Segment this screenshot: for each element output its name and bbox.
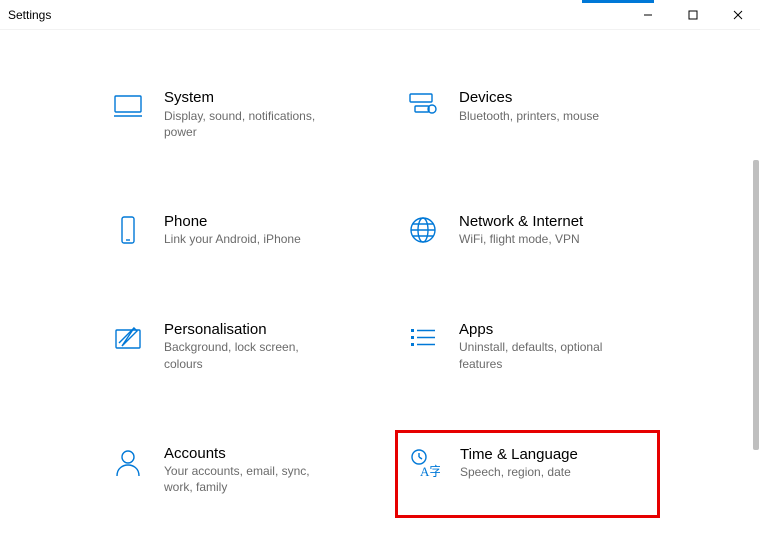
category-subtitle: Background, lock screen, colours xyxy=(164,339,334,371)
category-subtitle: WiFi, flight mode, VPN xyxy=(459,231,583,247)
accent-strip xyxy=(582,0,654,3)
maximize-button[interactable] xyxy=(670,0,715,30)
category-devices[interactable]: Devices Bluetooth, printers, mouse xyxy=(395,80,660,148)
category-subtitle: Speech, region, date xyxy=(460,464,578,480)
minimize-button[interactable] xyxy=(625,0,670,30)
category-title: Time & Language xyxy=(460,445,578,465)
category-network[interactable]: Network & Internet WiFi, flight mode, VP… xyxy=(395,204,660,256)
category-accounts[interactable]: Accounts Your accounts, email, sync, wor… xyxy=(100,436,365,504)
category-personalisation[interactable]: Personalisation Background, lock screen,… xyxy=(100,312,365,380)
accounts-icon xyxy=(110,444,146,480)
apps-icon xyxy=(405,320,441,356)
category-title: Accounts xyxy=(164,444,334,464)
content-area: System Display, sound, notifications, po… xyxy=(0,30,760,538)
category-time-language[interactable]: A字 Time & Language Speech, region, date xyxy=(395,430,660,518)
category-grid: System Display, sound, notifications, po… xyxy=(100,80,660,538)
category-apps[interactable]: Apps Uninstall, defaults, optional featu… xyxy=(395,312,660,380)
titlebar: Settings xyxy=(0,0,760,30)
category-system[interactable]: System Display, sound, notifications, po… xyxy=(100,80,365,148)
category-subtitle: Your accounts, email, sync, work, family xyxy=(164,463,334,495)
category-subtitle: Display, sound, notifications, power xyxy=(164,108,334,140)
category-phone[interactable]: Phone Link your Android, iPhone xyxy=(100,204,365,256)
svg-text:A字: A字 xyxy=(420,464,440,479)
category-title: Network & Internet xyxy=(459,212,583,232)
devices-icon xyxy=(405,88,441,124)
category-title: Devices xyxy=(459,88,599,108)
scrollbar[interactable] xyxy=(753,160,759,450)
category-title: Apps xyxy=(459,320,629,340)
window-title: Settings xyxy=(8,8,51,22)
category-subtitle: Uninstall, defaults, optional features xyxy=(459,339,629,371)
close-button[interactable] xyxy=(715,0,760,30)
personalisation-icon xyxy=(110,320,146,356)
category-subtitle: Link your Android, iPhone xyxy=(164,231,301,247)
window-controls xyxy=(625,0,760,29)
network-icon xyxy=(405,212,441,248)
system-icon xyxy=(110,88,146,124)
category-subtitle: Bluetooth, printers, mouse xyxy=(459,108,599,124)
time-language-icon: A字 xyxy=(406,445,442,481)
category-title: Personalisation xyxy=(164,320,334,340)
phone-icon xyxy=(110,212,146,248)
category-title: System xyxy=(164,88,334,108)
category-title: Phone xyxy=(164,212,301,232)
